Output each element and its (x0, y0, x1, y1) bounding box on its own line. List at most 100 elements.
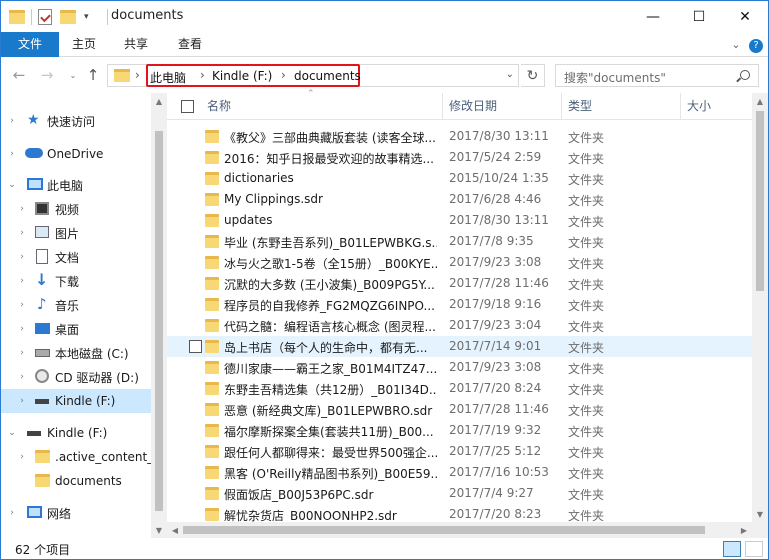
sidebar-item-documents-folder[interactable]: documents (1, 469, 151, 493)
table-row[interactable]: 德川家康——霸王之家_B01M4ITZ47... 2017/9/23 3:08 文件… (167, 357, 752, 378)
scroll-up-icon[interactable]: ▲ (752, 93, 768, 109)
sidebar-item-onedrive[interactable]: › OneDrive (1, 142, 151, 166)
expand-chevron-icon[interactable]: › (17, 372, 27, 382)
sidebar-item-videos[interactable]: › 视频 (1, 197, 151, 221)
expand-chevron-icon[interactable]: › (17, 204, 27, 214)
navigation-pane-scrollbar[interactable]: ▲ ▼ (151, 93, 167, 538)
sidebar-item-active-content[interactable]: › .active_content_s (1, 445, 159, 469)
column-type[interactable]: 类型 (562, 93, 681, 120)
customize-toolbar-icon[interactable]: ▾ (84, 12, 89, 22)
expand-chevron-icon[interactable]: › (17, 300, 27, 310)
folder-icon (205, 424, 219, 437)
table-row[interactable]: 《教父》三部曲典藏版套装 (读客全球... 2017/8/30 13:11 文件夹 (167, 126, 752, 147)
close-button[interactable]: ✕ (722, 1, 768, 32)
expand-chevron-icon[interactable]: › (17, 276, 27, 286)
collapse-chevron-icon[interactable]: ⌄ (7, 180, 17, 190)
scroll-right-icon[interactable]: ▶ (736, 522, 752, 538)
horizontal-scrollbar[interactable]: ◀ ▶ (167, 522, 752, 538)
expand-ribbon-icon[interactable]: ⌄ (729, 32, 743, 57)
table-row[interactable]: 沉默的大多数 (王小波集)_B009PG5Y... 2017/7/28 11:46… (167, 273, 752, 294)
collapse-chevron-icon[interactable]: ⌄ (7, 428, 17, 438)
sidebar-item-this-pc[interactable]: ⌄ 此电脑 (1, 173, 151, 197)
tab-home[interactable]: 主页 (59, 32, 109, 57)
scroll-down-icon[interactable]: ▼ (752, 506, 768, 522)
scrollbar-thumb[interactable] (155, 131, 163, 511)
table-row[interactable]: 假面饭店_B00J53P6PC.sdr 2017/7/4 9:27 文件夹 (167, 483, 752, 504)
properties-icon[interactable] (38, 9, 52, 25)
column-size[interactable]: 大小 (681, 93, 752, 120)
file-date: 2017/7/4 9:27 (449, 486, 534, 500)
table-row[interactable]: 代码之髓：编程语言核心概念 (图灵程... 2017/9/23 3:04 文件夹 (167, 315, 752, 336)
refresh-icon[interactable]: ↻ (521, 64, 545, 87)
table-row[interactable]: 2016：知乎日报最受欢迎的故事精选... 2017/5/24 2:59 文件夹 (167, 147, 752, 168)
window-title: documents (111, 8, 184, 23)
table-row[interactable]: 岛上书店（每个人的生命中，都有无... 2017/7/14 9:01 文件夹 (167, 336, 752, 357)
expand-chevron-icon[interactable]: › (17, 252, 27, 262)
expand-chevron-icon[interactable]: › (17, 348, 27, 358)
sidebar-item-desktop[interactable]: › 桌面 (1, 317, 151, 341)
large-icons-view-icon[interactable] (745, 541, 763, 557)
sidebar-item-quick-access[interactable]: › ★ 快速访问 (1, 109, 151, 133)
address-bar[interactable]: › 此电脑 › Kindle (F:) › documents ⌄ (107, 64, 519, 87)
details-view-icon[interactable] (723, 541, 741, 557)
scrollbar-thumb[interactable] (183, 526, 705, 534)
expand-chevron-icon[interactable]: › (17, 452, 27, 462)
table-row[interactable]: My Clippings.sdr 2017/6/28 4:46 文件夹 (167, 189, 752, 210)
search-input[interactable]: 搜索"documents" (564, 69, 666, 86)
file-date: 2017/6/28 4:46 (449, 192, 542, 206)
forward-arrow-icon[interactable]: → (37, 65, 57, 85)
recent-locations-icon[interactable]: ⌄ (63, 65, 83, 85)
sidebar-item-downloads[interactable]: › ↓ 下载 (1, 269, 151, 293)
tab-view[interactable]: 查看 (165, 32, 215, 57)
breadcrumb-kindle[interactable]: Kindle (F:) (212, 69, 272, 83)
table-row[interactable]: dictionaries 2015/10/24 1:35 文件夹 (167, 168, 752, 189)
sidebar-item-pictures[interactable]: › 图片 (1, 221, 151, 245)
new-folder-icon[interactable] (60, 10, 76, 24)
scrollbar-thumb[interactable] (756, 111, 764, 291)
scroll-down-icon[interactable]: ▼ (151, 522, 167, 538)
column-name[interactable]: 名称 (201, 93, 443, 120)
scroll-left-icon[interactable]: ◀ (167, 522, 183, 538)
minimize-button[interactable]: — (630, 1, 676, 32)
back-arrow-icon[interactable]: ← (9, 65, 29, 85)
table-row[interactable]: 福尔摩斯探案全集(套装共11册)_B00... 2017/7/19 9:32 文件夹 (167, 420, 752, 441)
expand-chevron-icon[interactable]: › (7, 116, 17, 126)
table-row[interactable]: 恶意 (新经典文库)_B01LEPWBRO.sdr 2017/7/28 11:46… (167, 399, 752, 420)
sidebar-item-music[interactable]: › ♪ 音乐 (1, 293, 151, 317)
address-dropdown-icon[interactable]: ⌄ (506, 69, 514, 80)
table-row[interactable]: 东野圭吾精选集（共12册）_B01I34D... 2017/7/20 8:24 文件… (167, 378, 752, 399)
sidebar-item-network[interactable]: › 网络 (1, 501, 151, 525)
expand-chevron-icon[interactable]: › (17, 324, 27, 334)
expand-chevron-icon[interactable]: › (7, 508, 17, 518)
sidebar-item-kindle[interactable]: › Kindle (F:) (1, 389, 151, 413)
table-row[interactable]: 毕业 (东野圭吾系列)_B01LEPWBKG.s... 2017/7/8 9:35… (167, 231, 752, 252)
sidebar-item-local-disk[interactable]: › 本地磁盘 (C:) (1, 341, 151, 365)
expand-chevron-icon[interactable]: › (17, 396, 27, 406)
breadcrumb-this-pc[interactable]: 此电脑 (150, 69, 186, 86)
search-box[interactable]: 搜索"documents" (555, 64, 759, 87)
sidebar-item-kindle-root[interactable]: ⌄ Kindle (F:) (1, 421, 151, 445)
tab-file[interactable]: 文件 (1, 32, 59, 57)
up-arrow-icon[interactable]: ↑ (83, 65, 103, 85)
breadcrumb-documents[interactable]: documents (294, 69, 361, 83)
table-row[interactable]: 冰与火之歌1-5卷（全15册）_B00KYE... 2017/9/23 3:08 文… (167, 252, 752, 273)
sidebar-item-documents[interactable]: › 文档 (1, 245, 151, 269)
table-row[interactable]: 跟任何人都聊得来：最受世界500强企... 2017/7/25 5:12 文件夹 (167, 441, 752, 462)
file-list-scrollbar[interactable]: ▲ ▼ (752, 93, 768, 538)
select-all-checkbox[interactable] (181, 100, 194, 113)
expand-chevron-icon[interactable]: › (17, 228, 27, 238)
file-date: 2017/5/24 2:59 (449, 150, 542, 164)
table-row[interactable]: 程序员的自我修养_FG2MQZG6INPO... 2017/9/18 9:16 文件… (167, 294, 752, 315)
row-checkbox[interactable] (189, 340, 202, 353)
scroll-up-icon[interactable]: ▲ (151, 93, 167, 109)
help-icon[interactable]: ? (749, 32, 763, 57)
file-name: 跟任何人都聊得来：最受世界500强企... (224, 446, 437, 460)
tab-share[interactable]: 共享 (111, 32, 161, 57)
table-row[interactable]: updates 2017/8/30 13:11 文件夹 (167, 210, 752, 231)
sidebar-item-cd-drive[interactable]: › CD 驱动器 (D:) (1, 365, 151, 389)
maximize-button[interactable]: ☐ (676, 1, 722, 32)
table-row[interactable]: 黑客 (O'Reilly精品图书系列)_B00E59... 2017/7/16 1… (167, 462, 752, 483)
expand-chevron-icon[interactable]: › (7, 149, 17, 159)
folder-icon (35, 450, 50, 463)
column-date-modified[interactable]: 修改日期 (443, 93, 562, 120)
